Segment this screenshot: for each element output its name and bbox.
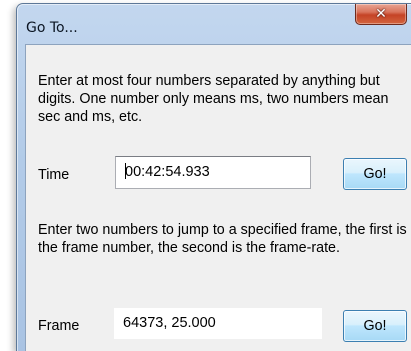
dialog-client-area: Enter at most four numbers separated by … [25,44,411,351]
time-label: Time [38,167,70,183]
time-instructions: Enter at most four numbers separated by … [38,73,389,125]
time-input[interactable]: 00:42:54.933 [115,156,311,189]
frame-go-button[interactable]: Go! [343,310,407,342]
time-input-value: 00:42:54.933 [125,164,210,180]
close-button[interactable]: ✕ [355,4,407,25]
title-bar[interactable]: Go To... ✕ [17,4,411,44]
frame-input-value: 64373, 25.000 [123,315,216,331]
frame-label: Frame [38,318,80,334]
frame-input[interactable]: 64373, 25.000 [113,307,323,340]
goto-dialog: Go To... ✕ Enter at most four numbers se… [16,3,411,351]
frame-instructions: Enter two numbers to jump to a specified… [38,222,407,256]
time-go-button[interactable]: Go! [343,158,407,190]
dialog-title: Go To... [26,20,78,36]
close-icon: ✕ [375,6,387,22]
